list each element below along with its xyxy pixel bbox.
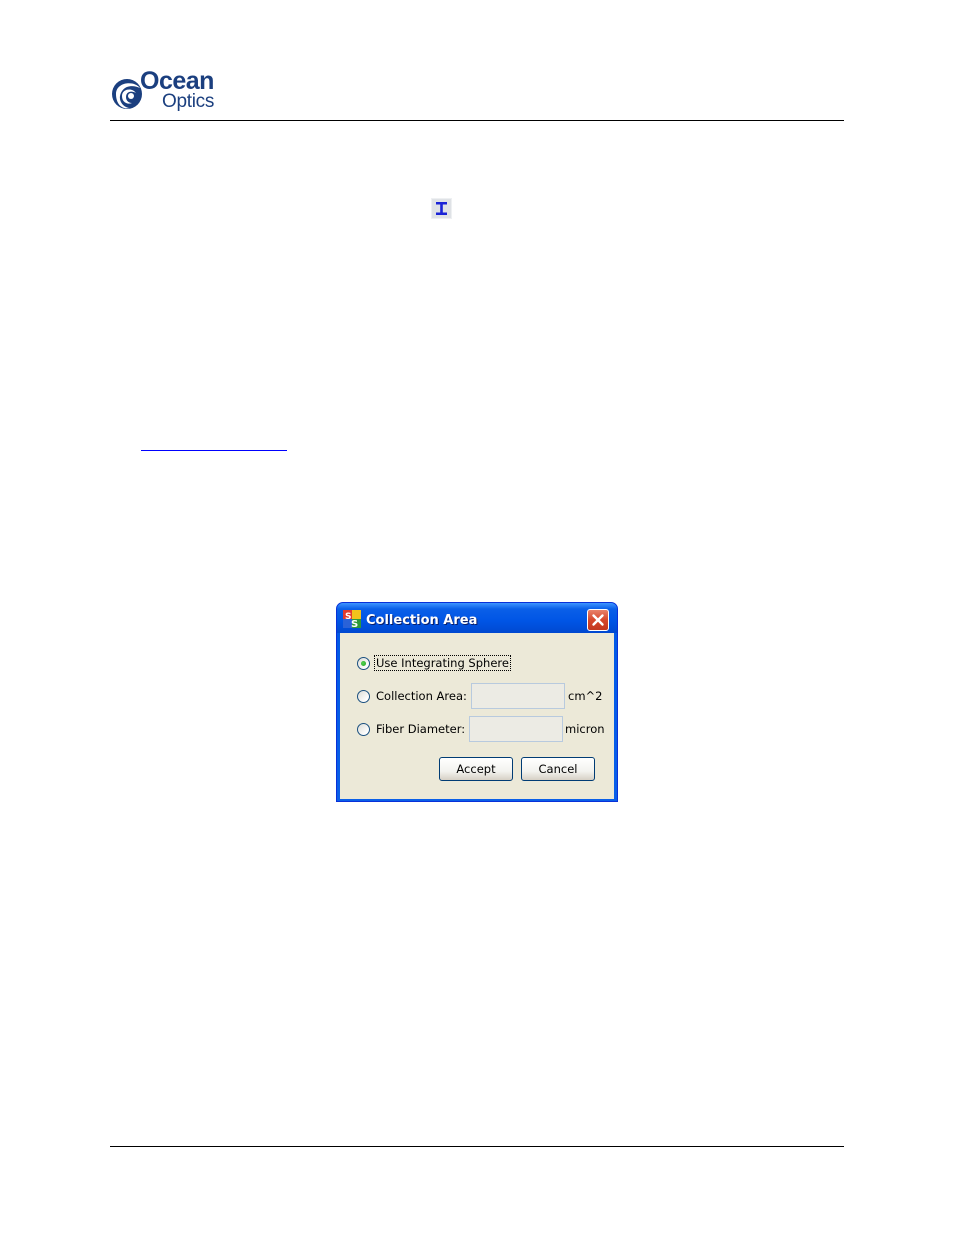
- dialog-titlebar[interactable]: S S Collection Area: [337, 603, 617, 633]
- i-beam-icon: [436, 202, 447, 215]
- fiber-diameter-label[interactable]: Fiber Diameter:: [376, 722, 465, 736]
- integrating-sphere-label[interactable]: Use Integrating Sphere: [374, 655, 511, 671]
- dialog-body: Use Integrating Sphere Collection Area: …: [340, 633, 614, 799]
- collection-area-unit: cm^2: [568, 689, 603, 703]
- footer-rule: [110, 1146, 844, 1147]
- cancel-button[interactable]: Cancel: [521, 757, 595, 781]
- fiber-diameter-field[interactable]: [469, 716, 563, 742]
- logo-text-optics: Optics: [162, 91, 215, 112]
- option-integrating-sphere[interactable]: Use Integrating Sphere: [357, 653, 511, 673]
- spectrasuite-icon: S S: [343, 610, 361, 628]
- option-fiber-diameter[interactable]: Fiber Diameter:: [357, 719, 465, 739]
- close-button[interactable]: [587, 609, 609, 631]
- svg-text:S: S: [351, 619, 358, 628]
- collection-area-radio[interactable]: [357, 689, 370, 703]
- fiber-diameter-radio[interactable]: [357, 722, 370, 736]
- accept-button[interactable]: Accept: [439, 757, 513, 781]
- dialog-title: Collection Area: [366, 613, 478, 628]
- ocean-optics-logo: Ocean Optics: [110, 67, 230, 115]
- option-collection-area[interactable]: Collection Area:: [357, 686, 467, 706]
- collection-area-field[interactable]: [471, 683, 565, 709]
- header-rule: [110, 120, 844, 121]
- fiber-diameter-unit: micron: [565, 722, 605, 736]
- integrating-sphere-tool-icon[interactable]: [431, 198, 452, 219]
- collection-area-dialog: S S Collection Area Use Integrating Sphe…: [336, 602, 618, 802]
- hyperlink-underline[interactable]: [141, 450, 287, 451]
- close-icon: [592, 614, 604, 626]
- collection-area-label[interactable]: Collection Area:: [376, 689, 467, 703]
- integrating-sphere-radio[interactable]: [357, 656, 370, 670]
